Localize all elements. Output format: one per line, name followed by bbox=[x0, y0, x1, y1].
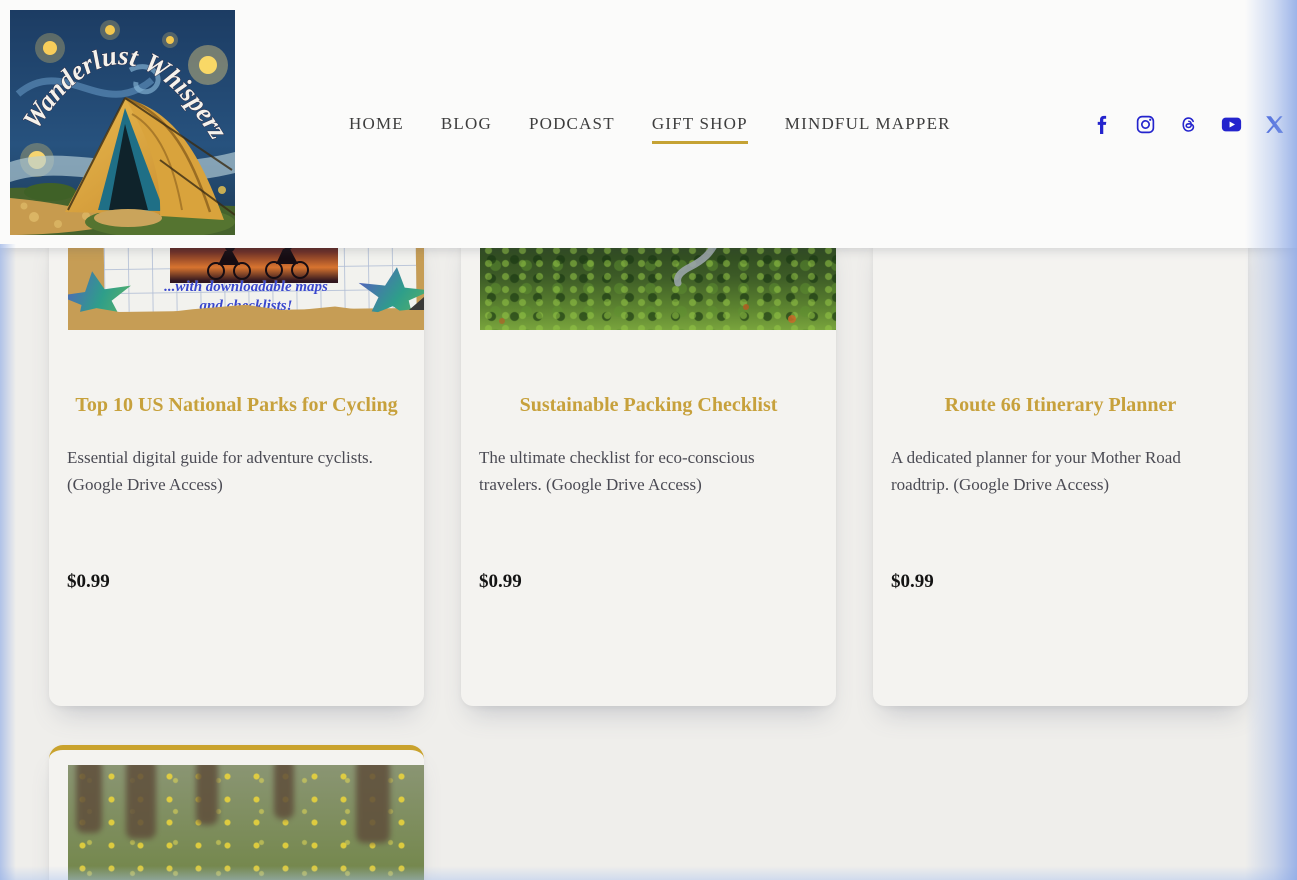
product-title[interactable]: Sustainable Packing Checklist bbox=[487, 392, 810, 419]
site-header: Wanderlust Whisperz HOME BLOG PODCAST GI… bbox=[0, 0, 1297, 248]
product-card-route66-planner[interactable]: Route 66 Itinerary Planner A dedicated p… bbox=[873, 231, 1248, 706]
x-icon[interactable] bbox=[1264, 114, 1285, 135]
product-card-cycling-guide[interactable]: ...with downloadable maps and checklists… bbox=[49, 231, 424, 706]
product-card-featured-dogs[interactable] bbox=[49, 745, 424, 880]
nav-item-blog[interactable]: BLOG bbox=[441, 114, 492, 134]
product-title[interactable]: Top 10 US National Parks for Cycling bbox=[75, 392, 398, 419]
product-description: A dedicated planner for your Mother Road… bbox=[891, 444, 1230, 498]
product-title[interactable]: Route 66 Itinerary Planner bbox=[899, 392, 1222, 419]
product-description: The ultimate checklist for eco-conscious… bbox=[479, 444, 818, 498]
tree-trunk bbox=[274, 765, 294, 819]
instagram-icon[interactable] bbox=[1135, 114, 1156, 135]
nav-item-mindful-mapper[interactable]: MINDFUL MAPPER bbox=[785, 114, 951, 134]
product-card-packing-checklist[interactable]: Sustainable Packing Checklist The ultima… bbox=[461, 231, 836, 706]
tree-trunk bbox=[196, 765, 218, 825]
collage-caption-line1: ...with downloadable maps bbox=[68, 278, 424, 297]
main-navigation: HOME BLOG PODCAST GIFT SHOP MINDFUL MAPP… bbox=[349, 0, 951, 248]
youtube-icon[interactable] bbox=[1221, 114, 1242, 135]
photo-corner bbox=[409, 297, 424, 310]
nav-item-podcast[interactable]: PODCAST bbox=[529, 114, 615, 134]
product-price: $0.99 bbox=[891, 569, 934, 595]
site-logo[interactable]: Wanderlust Whisperz bbox=[10, 10, 235, 235]
facebook-icon[interactable] bbox=[1092, 114, 1113, 135]
product-image-dogs-in-park[interactable] bbox=[68, 765, 424, 880]
product-description: Essential digital guide for adventure cy… bbox=[67, 444, 406, 498]
tree-trunk bbox=[126, 765, 156, 839]
social-links bbox=[1092, 0, 1285, 248]
tree-trunk bbox=[76, 765, 102, 833]
tree-trunk bbox=[356, 765, 390, 843]
product-price: $0.99 bbox=[479, 569, 522, 595]
nav-item-home[interactable]: HOME bbox=[349, 114, 404, 134]
threads-icon[interactable] bbox=[1178, 114, 1199, 135]
product-price: $0.99 bbox=[67, 569, 110, 595]
nav-item-gift-shop[interactable]: GIFT SHOP bbox=[652, 114, 748, 134]
